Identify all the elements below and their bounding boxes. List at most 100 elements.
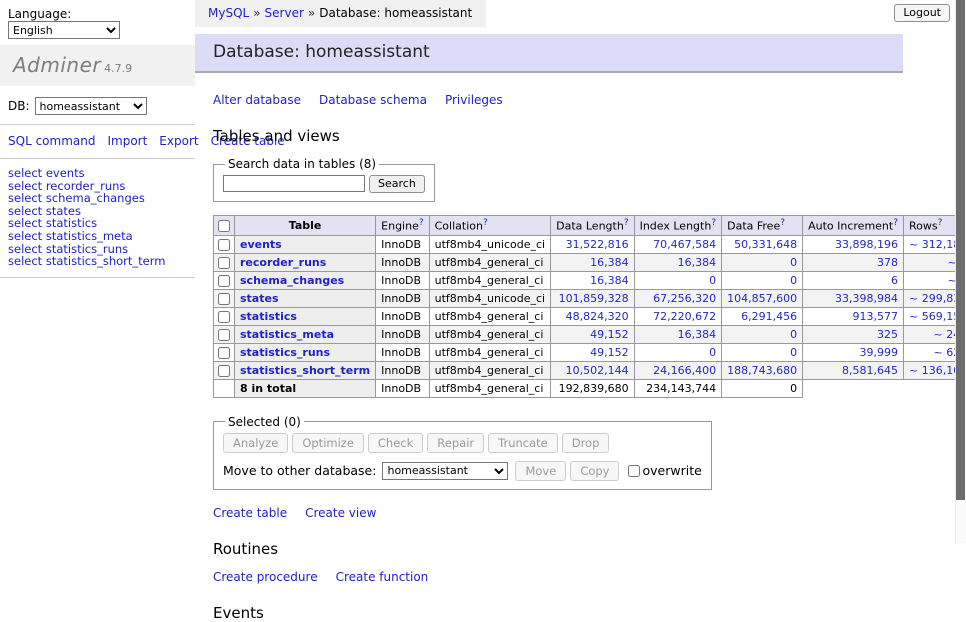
create-link-create-view[interactable]: Create view — [305, 506, 376, 520]
collation-cell: utf8mb4_general_ci — [429, 253, 550, 271]
collation-cell: utf8mb4_general_ci — [429, 307, 550, 325]
column-help-link[interactable]: ? — [780, 218, 785, 228]
db-link-database-schema[interactable]: Database schema — [319, 93, 427, 107]
table-name-cell: statistics_meta — [235, 325, 376, 343]
column-header-label: Data Free — [727, 220, 780, 233]
column-help-link[interactable]: ? — [483, 218, 488, 228]
check-button[interactable]: Check — [368, 433, 423, 453]
move-buttons: MoveCopy — [515, 461, 623, 481]
search-button[interactable]: Search — [369, 175, 425, 193]
row-checkbox[interactable] — [218, 239, 230, 251]
column-header-auto-increment: Auto Increment? — [803, 216, 904, 236]
sidebar-item-select-statistics-meta[interactable]: select statistics_meta — [8, 230, 187, 243]
breadcrumb-item-mysql[interactable]: MySQL — [208, 6, 249, 20]
db-link-alter-database[interactable]: Alter database — [213, 93, 301, 107]
drop-button[interactable]: Drop — [562, 433, 610, 453]
data-length-cell: 49,152 — [551, 343, 634, 361]
data-length-cell: 16,384 — [551, 253, 634, 271]
sidebar-item-select-schema-changes[interactable]: select schema_changes — [8, 192, 187, 205]
language-select[interactable]: English — [8, 21, 120, 39]
total-empty-cell — [803, 379, 904, 397]
repair-button[interactable]: Repair — [427, 433, 484, 453]
search-input[interactable] — [223, 175, 365, 192]
row-checkbox[interactable] — [218, 275, 230, 287]
overwrite-option[interactable]: overwrite — [628, 463, 701, 478]
table-name-link[interactable]: statistics — [240, 310, 297, 323]
auto-increment-cell: 33,398,984 — [803, 289, 904, 307]
auto-increment-cell: 6 — [803, 271, 904, 289]
adminer-logo: Adminer — [13, 53, 101, 77]
db-link-privileges[interactable]: Privileges — [445, 93, 503, 107]
analyze-button[interactable]: Analyze — [223, 433, 288, 453]
sidebar-action-export[interactable]: Export — [159, 134, 198, 148]
logout-button[interactable]: Logout — [894, 4, 950, 22]
sidebar-actions: SQL commandImportExportCreate table — [0, 125, 168, 158]
move-database-select[interactable]: homeassistant — [382, 462, 508, 480]
main-content: Alter databaseDatabase schemaPrivileges … — [195, 93, 955, 622]
column-help-link[interactable]: ? — [711, 218, 716, 228]
data-length-cell: 31,522,816 — [551, 235, 634, 253]
table-name-link[interactable]: events — [240, 238, 282, 251]
tables-table: TableEngine?Collation?Data Length?Index … — [213, 215, 966, 398]
index-length-cell: 24,166,400 — [634, 361, 722, 379]
db-select[interactable]: homeassistant — [35, 97, 147, 115]
column-help-link[interactable]: ? — [419, 218, 424, 228]
routine-link-create-procedure[interactable]: Create procedure — [213, 570, 318, 584]
collation-cell: utf8mb4_unicode_ci — [429, 235, 550, 253]
data-free-cell: 0 — [722, 343, 803, 361]
index-length-cell: 0 — [634, 343, 722, 361]
table-name-link[interactable]: states — [240, 292, 279, 305]
collation-cell: utf8mb4_general_ci — [429, 361, 550, 379]
row-check-cell — [214, 361, 235, 379]
index-length-cell: 0 — [634, 271, 722, 289]
overwrite-checkbox[interactable] — [628, 465, 640, 477]
column-header-table: Table — [235, 216, 376, 236]
row-checkbox[interactable] — [218, 293, 230, 305]
copy-button[interactable]: Copy — [570, 461, 619, 481]
total-collation-cell: utf8mb4_general_ci — [429, 379, 550, 397]
row-checkbox[interactable] — [218, 311, 230, 323]
move-button[interactable]: Move — [515, 461, 566, 481]
engine-cell: InnoDB — [376, 325, 429, 343]
events-heading: Events — [213, 604, 955, 622]
scrollbar-thumb[interactable] — [956, 0, 965, 500]
scrollbar-track[interactable] — [955, 0, 966, 543]
optimize-button[interactable]: Optimize — [292, 433, 364, 453]
table-name-link[interactable]: recorder_runs — [240, 256, 326, 269]
table-row: schema_changesInnoDButf8mb4_general_ci16… — [214, 271, 966, 289]
sidebar-item-select-events[interactable]: select events — [8, 167, 187, 180]
auto-increment-cell: 378 — [803, 253, 904, 271]
data-length-cell: 10,502,144 — [551, 361, 634, 379]
row-checkbox[interactable] — [218, 347, 230, 359]
column-help-link[interactable]: ? — [893, 218, 898, 228]
column-header-label: Engine — [381, 220, 419, 233]
row-checkbox[interactable] — [218, 365, 230, 377]
data-free-cell: 0 — [722, 325, 803, 343]
row-check-cell — [214, 343, 235, 361]
table-name-link[interactable]: statistics_meta — [240, 328, 334, 341]
column-help-link[interactable]: ? — [624, 218, 629, 228]
select-all-checkbox[interactable] — [218, 220, 230, 232]
row-checkbox[interactable] — [218, 329, 230, 341]
table-name-link[interactable]: statistics_short_term — [240, 364, 370, 377]
sidebar-action-import[interactable]: Import — [107, 134, 147, 148]
row-checkbox[interactable] — [218, 257, 230, 269]
table-name-link[interactable]: schema_changes — [240, 274, 344, 287]
column-header-label: Index Length — [640, 220, 712, 233]
sidebar-item-select-statistics-short-term[interactable]: select statistics_short_term — [8, 255, 187, 268]
data-free-cell: 50,331,648 — [722, 235, 803, 253]
engine-cell: InnoDB — [376, 253, 429, 271]
create-link-create-table[interactable]: Create table — [213, 506, 287, 520]
row-check-cell — [214, 325, 235, 343]
table-name-link[interactable]: statistics_runs — [240, 346, 330, 359]
column-header-index-length: Index Length? — [634, 216, 722, 236]
table-row: eventsInnoDButf8mb4_unicode_ci31,522,816… — [214, 235, 966, 253]
row-check-cell — [214, 271, 235, 289]
data-length-cell: 49,152 — [551, 325, 634, 343]
breadcrumb-item-server[interactable]: Server — [265, 6, 304, 20]
truncate-button[interactable]: Truncate — [488, 433, 558, 453]
routine-link-create-function[interactable]: Create function — [336, 570, 429, 584]
sidebar-action-sql-command[interactable]: SQL command — [8, 134, 95, 148]
sidebar-divider — [0, 277, 195, 278]
column-help-link[interactable]: ? — [938, 218, 943, 228]
